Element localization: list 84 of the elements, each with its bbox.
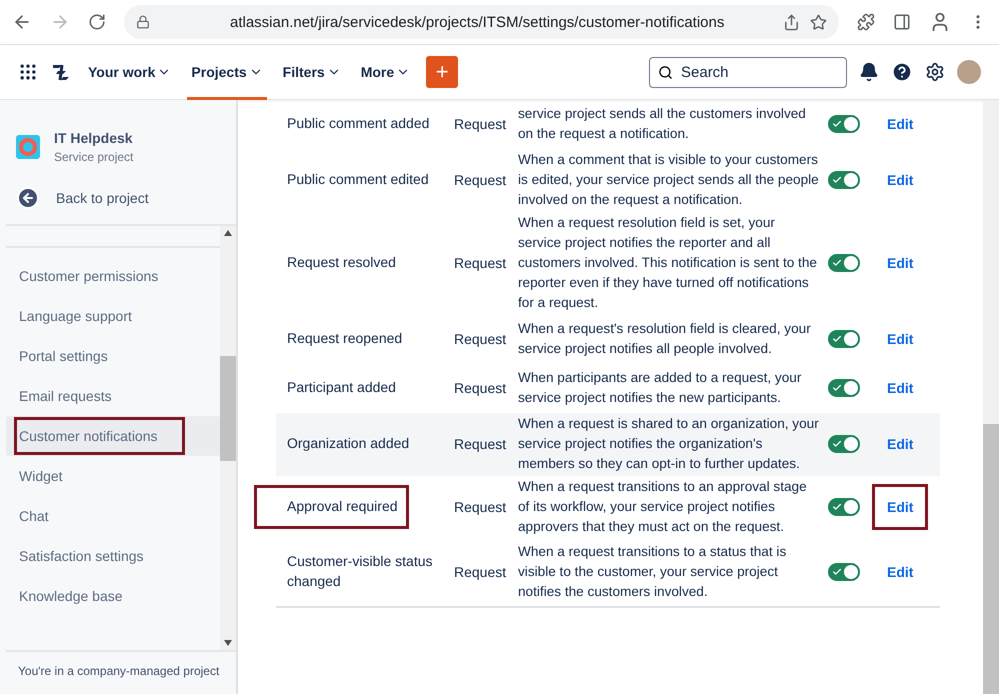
edit-link[interactable]: Edit xyxy=(872,157,928,203)
notification-type: Request xyxy=(454,498,508,517)
sidebar-item[interactable]: Widget xyxy=(6,456,220,496)
notification-description: service project sends all the customers involved on the request a notification. xyxy=(518,105,807,143)
notifications-icon[interactable] xyxy=(859,62,879,82)
notification-name: Request resolved xyxy=(286,253,397,272)
notification-description: When a request's resolution field is cleared, your service project notifies all people involved. xyxy=(518,320,812,358)
scrollbar[interactable] xyxy=(983,100,999,694)
back-link[interactable]: Back to project xyxy=(0,164,236,224)
check-icon xyxy=(832,258,842,268)
edit-link[interactable]: Edit xyxy=(872,101,928,147)
nav-menu[interactable]: More xyxy=(356,44,414,100)
check-icon xyxy=(832,502,842,512)
edit-link[interactable]: Edit xyxy=(872,549,928,595)
search-icon xyxy=(658,64,673,80)
notification-name: Public comment edited xyxy=(286,170,430,189)
share-icon[interactable] xyxy=(783,14,800,30)
notification-description: When a request resolution field is set, your service project notifies the reporter and all customers involved. This notification is sent to the reporter even if they have turned off notifications for a request. xyxy=(518,214,818,312)
scrollbar-thumb[interactable] xyxy=(220,356,236,461)
notification-name: Request reopened xyxy=(286,329,404,348)
toggle-switch[interactable] xyxy=(828,171,860,189)
notification-name: Participant added xyxy=(286,378,397,397)
notification-description: When a request transitions to an approval stage of its workflow, your service project notifies approvers that they must act on the request. xyxy=(518,478,808,536)
project-name: IT Helpdesk xyxy=(54,130,134,146)
project-icon xyxy=(16,135,40,159)
sidebar-item[interactable]: Email requests xyxy=(6,376,220,416)
help-icon[interactable] xyxy=(891,61,913,83)
toggle-switch[interactable] xyxy=(828,379,860,397)
create-button[interactable]: + xyxy=(426,56,458,88)
sidebar-item[interactable]: Customer notifications xyxy=(6,416,220,456)
app-switcher-icon[interactable] xyxy=(18,62,38,82)
scroll-down-icon[interactable] xyxy=(224,640,232,646)
notification-name: Approval required xyxy=(254,485,409,529)
project-type: Service project xyxy=(54,150,134,164)
check-icon xyxy=(832,383,842,393)
toggle-switch[interactable] xyxy=(828,254,860,272)
notification-type: Request xyxy=(454,379,508,398)
check-icon xyxy=(832,175,842,185)
notification-description: When a request transitions to a status that is visible to the customer, your service project notifies the customers involved. xyxy=(518,543,788,601)
check-icon xyxy=(832,439,842,449)
sidebar-item[interactable]: Customer permissions xyxy=(6,256,220,296)
toggle-switch[interactable] xyxy=(828,563,860,581)
toggle-switch[interactable] xyxy=(828,435,860,453)
notification-description: When a request is shared to an organization, your service project notifies the organization's members so they can opt-in to further updates. xyxy=(518,415,820,473)
sidebar-item[interactable]: Language support xyxy=(6,296,220,336)
edit-link[interactable]: Edit xyxy=(872,240,928,286)
footer-note: You're in a company-managed project xyxy=(6,650,236,694)
notification-type: Request xyxy=(454,330,508,349)
notification-name: Organization added xyxy=(286,434,410,453)
check-icon xyxy=(832,567,842,577)
edit-link[interactable]: Edit xyxy=(872,365,928,411)
reload-icon[interactable] xyxy=(88,13,106,31)
edit-link[interactable]: Edit xyxy=(872,484,928,530)
sidebar-item[interactable]: Knowledge base xyxy=(6,576,220,616)
toggle-switch[interactable] xyxy=(828,330,860,348)
lock-icon xyxy=(136,15,150,29)
scrollbar[interactable] xyxy=(220,226,236,650)
scroll-up-icon[interactable] xyxy=(224,230,232,236)
address-bar[interactable]: atlassian.net/jira/servicedesk/projects/ITSM/settings/customer-notifications xyxy=(124,5,839,39)
edit-link[interactable]: Edit xyxy=(872,316,928,362)
notification-type: Request xyxy=(454,171,508,190)
side-panel-icon[interactable] xyxy=(893,13,911,31)
toggle-switch[interactable] xyxy=(828,115,860,133)
edit-link[interactable]: Edit xyxy=(872,421,928,467)
notification-description: When participants are added to a request, your service project notifies the new participants. xyxy=(518,369,802,407)
search-field[interactable]: Search xyxy=(649,56,847,88)
star-icon[interactable] xyxy=(810,14,827,30)
check-icon xyxy=(832,119,842,129)
notification-type: Request xyxy=(454,563,508,582)
notification-description: When a comment that is visible to your customers is edited, your service project sends all the people involved on the request a notification. xyxy=(518,151,820,209)
nav-menu[interactable]: Your work xyxy=(84,44,176,100)
sidebar-item[interactable]: Portal settings xyxy=(6,336,220,376)
sidebar-item[interactable]: Chat xyxy=(6,496,220,536)
notification-name: Public comment added xyxy=(286,114,430,133)
nav-menu[interactable]: Filters xyxy=(278,44,345,100)
notification-type: Request xyxy=(454,435,508,454)
extensions-icon[interactable] xyxy=(857,13,875,31)
notification-type: Request xyxy=(454,115,508,134)
notification-name: Customer-visible status changed xyxy=(286,552,434,591)
toggle-switch[interactable] xyxy=(828,498,860,516)
sidebar-item[interactable]: Satisfaction settings xyxy=(6,536,220,576)
check-icon xyxy=(832,334,842,344)
notification-type: Request xyxy=(454,254,508,273)
settings-icon[interactable] xyxy=(925,62,945,82)
